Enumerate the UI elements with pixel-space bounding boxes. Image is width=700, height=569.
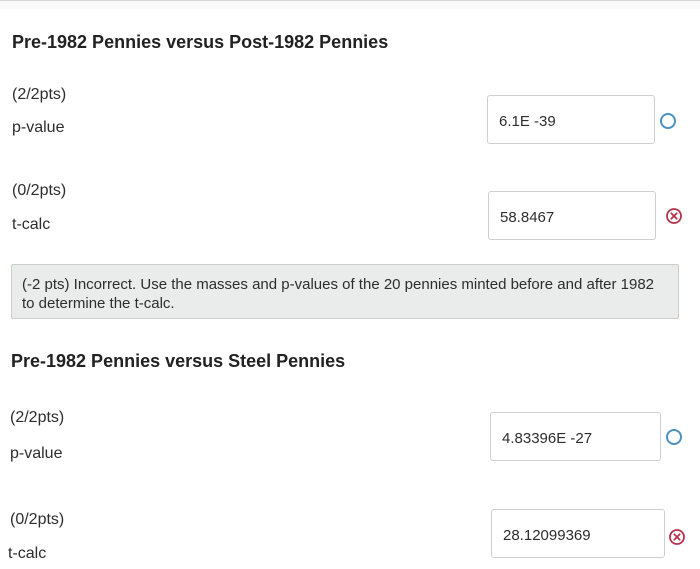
section-title-steel: Pre-1982 Pennies versus Steel Pennies xyxy=(11,351,346,371)
t-calc-answer-box[interactable]: 28.12099369 xyxy=(491,509,665,558)
x-circle-icon xyxy=(666,208,682,224)
t-calc-label: t-calc xyxy=(8,545,47,562)
points-label: (0/2pts) xyxy=(10,511,65,528)
circle-icon xyxy=(666,429,682,445)
section-title-post-1982: Pre-1982 Pennies versus Post-1982 Pennie… xyxy=(12,32,389,52)
p-value-label: p-value xyxy=(12,119,65,136)
t-calc-label: t-calc xyxy=(12,216,51,233)
top-border xyxy=(0,0,700,9)
feedback-box: (-2 pts) Incorrect. Use the masses and p… xyxy=(11,264,679,319)
x-circle-icon xyxy=(669,529,685,545)
p-value-label: p-value xyxy=(10,445,63,462)
points-label: (2/2pts) xyxy=(10,409,65,426)
p-value-answer-box[interactable]: 4.83396E -27 xyxy=(490,412,661,461)
t-calc-answer-box[interactable]: 58.8467 xyxy=(488,191,656,240)
p-value-answer-box[interactable]: 6.1E -39 xyxy=(487,95,655,144)
points-label: (2/2pts) xyxy=(12,86,67,103)
points-label: (0/2pts) xyxy=(12,182,67,199)
circle-icon xyxy=(660,113,676,129)
